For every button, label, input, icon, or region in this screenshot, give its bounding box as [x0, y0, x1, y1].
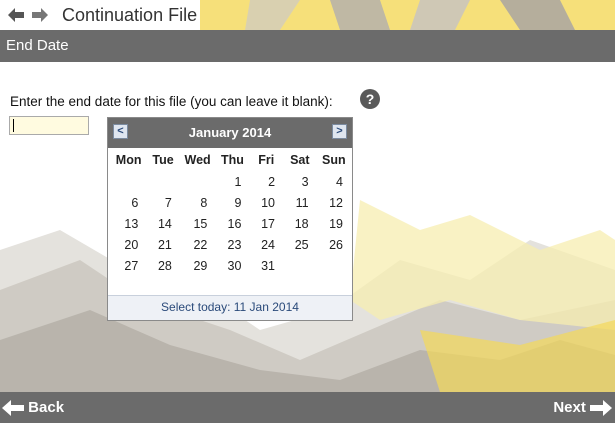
calendar-day[interactable]: 16 — [215, 213, 249, 234]
select-today-link[interactable]: Select today: 11 Jan 2014 — [108, 295, 352, 320]
calendar-day[interactable]: 30 — [215, 255, 249, 276]
calendar-week-row: 20 21 22 23 24 25 26 — [111, 234, 351, 255]
next-button-label: Next — [553, 399, 586, 416]
window-title: Continuation File — [62, 5, 198, 25]
calendar-day[interactable]: 19 — [317, 213, 351, 234]
calendar-day[interactable]: 7 — [146, 192, 180, 213]
calendar-day — [317, 255, 351, 276]
next-arrow-icon — [590, 400, 612, 417]
calendar-day[interactable]: 11 — [283, 192, 317, 213]
weekday-label: Thu — [220, 153, 244, 167]
next-button[interactable]: Next — [553, 392, 612, 423]
calendar-day[interactable]: 20 — [111, 234, 146, 255]
calendar-day[interactable]: 4 — [317, 171, 351, 192]
calendar-day[interactable]: 12 — [317, 192, 351, 213]
title-bar: Continuation File — [0, 0, 615, 30]
back-button[interactable]: Back — [2, 392, 64, 423]
calendar-day[interactable]: 14 — [146, 213, 180, 234]
calendar-day[interactable]: 29 — [180, 255, 216, 276]
calendar-day[interactable]: 6 — [111, 192, 146, 213]
calendar-day[interactable]: 13 — [111, 213, 146, 234]
calendar-day[interactable]: 8 — [180, 192, 216, 213]
calendar-day[interactable]: 27 — [111, 255, 146, 276]
weekday-label: Mon — [115, 153, 142, 167]
calendar-day[interactable]: 9 — [215, 192, 249, 213]
calendar-day[interactable]: 22 — [180, 234, 216, 255]
section-header: End Date — [0, 30, 615, 62]
calendar-week-row: 13 14 15 16 17 18 19 — [111, 213, 351, 234]
date-picker-calendar: < January 2014 > Mon Tue Wed Thu Fri Sat… — [107, 117, 353, 321]
weekday-label: Tue — [152, 153, 174, 167]
calendar-day[interactable]: 10 — [249, 192, 283, 213]
weekday-label: Wed — [184, 153, 211, 167]
calendar-day[interactable]: 24 — [249, 234, 283, 255]
next-month-button[interactable]: > — [332, 124, 347, 139]
weekday-label: Sun — [322, 153, 346, 167]
calendar-day[interactable]: 25 — [283, 234, 317, 255]
calendar-day[interactable]: 26 — [317, 234, 351, 255]
back-arrow-icon — [2, 400, 24, 417]
calendar-day[interactable]: 31 — [249, 255, 283, 276]
calendar-day[interactable]: 18 — [283, 213, 317, 234]
end-date-input[interactable] — [9, 116, 89, 135]
weekday-label: Fri — [258, 153, 275, 167]
calendar-day — [180, 171, 216, 192]
footer-bar: Back Next — [0, 392, 615, 423]
calendar-day[interactable]: 28 — [146, 255, 180, 276]
weekday-header-row: Mon Tue Wed Thu Fri Sat Sun — [111, 149, 351, 171]
calendar-day[interactable]: 15 — [180, 213, 216, 234]
help-icon[interactable]: ? — [360, 89, 380, 109]
back-arrow-icon[interactable] — [8, 8, 24, 22]
back-button-label: Back — [28, 399, 65, 416]
calendar-grid: Mon Tue Wed Thu Fri Sat Sun 1 2 3 4 6 7 — [111, 149, 351, 276]
calendar-day — [283, 255, 317, 276]
calendar-day[interactable]: 1 — [215, 171, 249, 192]
section-title: End Date — [6, 37, 69, 54]
calendar-month-label: January 2014 — [188, 125, 272, 140]
calendar-week-row: 1 2 3 4 — [111, 171, 351, 192]
calendar-day[interactable]: 3 — [283, 171, 317, 192]
calendar-week-row: 27 28 29 30 31 — [111, 255, 351, 276]
forward-arrow-icon[interactable] — [32, 8, 48, 22]
calendar-week-row: 6 7 8 9 10 11 12 — [111, 192, 351, 213]
calendar-day[interactable]: 23 — [215, 234, 249, 255]
calendar-day[interactable]: 2 — [249, 171, 283, 192]
calendar-day[interactable]: 21 — [146, 234, 180, 255]
weekday-label: Sat — [290, 153, 310, 167]
calendar-day — [111, 171, 146, 192]
calendar-day[interactable]: 17 — [249, 213, 283, 234]
calendar-header: < January 2014 > — [108, 118, 352, 148]
text-caret — [13, 119, 14, 132]
calendar-day — [146, 171, 180, 192]
end-date-prompt: Enter the end date for this file (you ca… — [10, 94, 333, 109]
